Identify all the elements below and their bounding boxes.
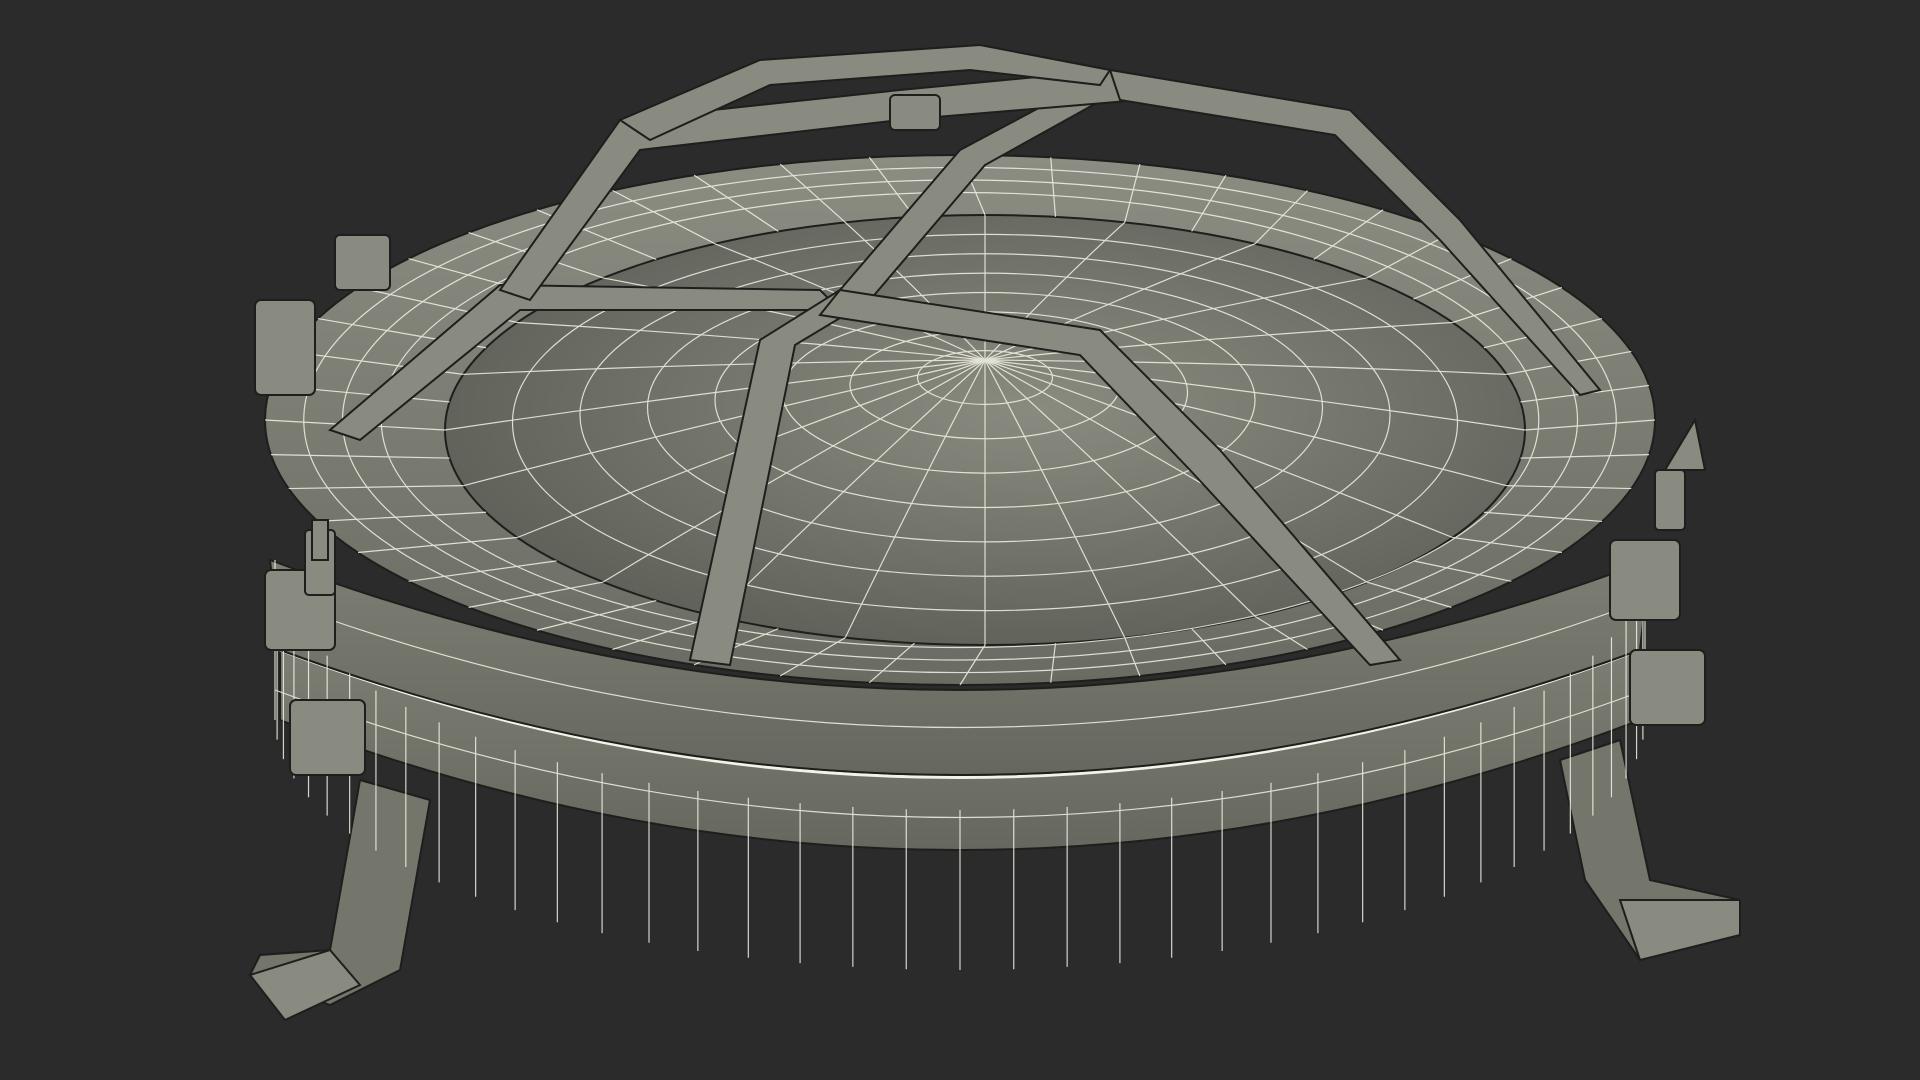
clamp-back <box>889 94 941 131</box>
render-viewport <box>0 0 1920 1080</box>
wireframe-model <box>248 43 1741 1022</box>
leg-right <box>1558 738 1741 962</box>
leg-left <box>248 778 432 1022</box>
